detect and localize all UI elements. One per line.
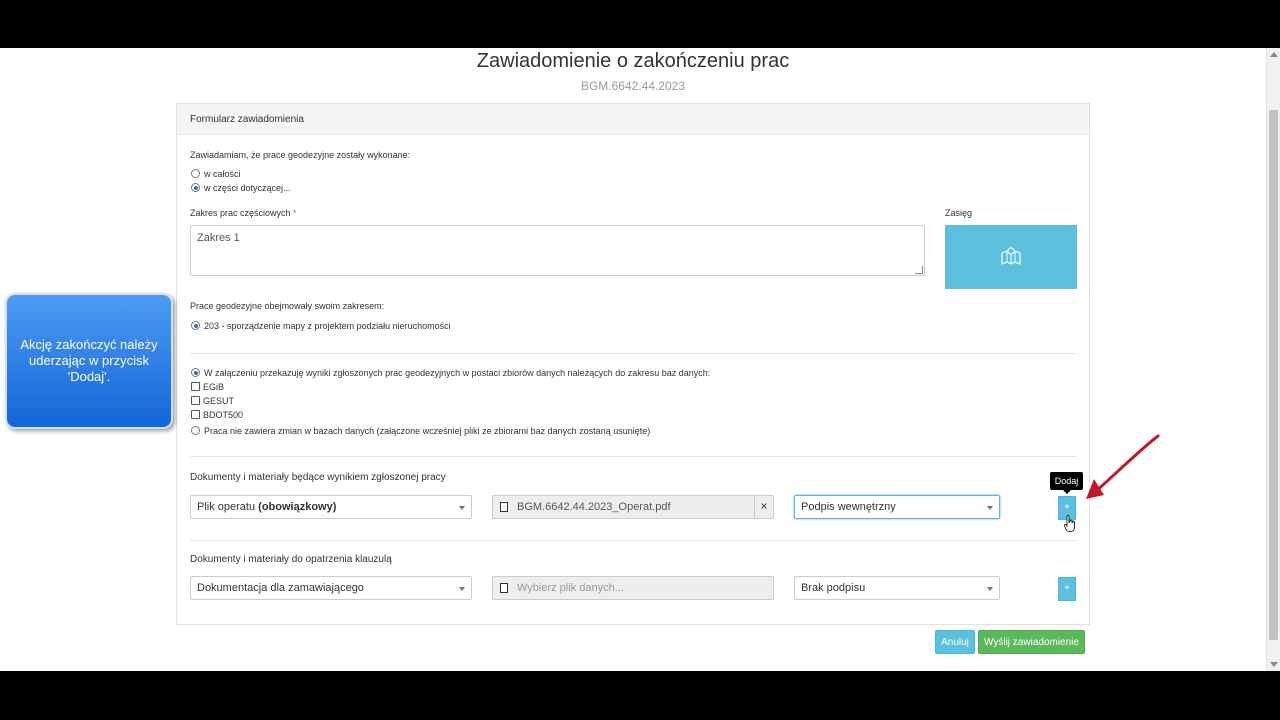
- range-label: Zasięg: [945, 208, 973, 218]
- signature-value: Podpis wewnętrzny: [801, 501, 896, 513]
- checkbox-egib-label: EGiB: [203, 382, 225, 392]
- divider: [190, 456, 1077, 457]
- clear-file-button[interactable]: ×: [754, 495, 773, 519]
- works-scope-option: 203 - sporządzenie mapy z projektem podz…: [204, 321, 451, 331]
- clause-doc-type-select[interactable]: Dokumentacja dla zamawiającego: [190, 576, 472, 600]
- chevron-down-icon: [459, 506, 465, 510]
- map-icon: [1001, 247, 1021, 265]
- radio-partial[interactable]: [191, 183, 200, 192]
- clause-doc-type-value: Dokumentacja dla zamawiającego: [197, 582, 364, 594]
- partial-scope-label-text: Zakres prac częściowych: [190, 208, 291, 218]
- file-icon: [500, 583, 508, 593]
- divider: [190, 353, 1077, 354]
- partial-scope-label: Zakres prac częściowych *: [190, 208, 297, 218]
- radio-complete-label: w całości: [204, 169, 241, 179]
- radio-results[interactable]: [191, 368, 200, 377]
- notification-form-panel: Formularz zawiadomienia Zawiadamiam, że …: [176, 103, 1090, 625]
- clause-file-placeholder: Wybierz plik danych...: [517, 582, 624, 594]
- divider: [190, 540, 1077, 541]
- checkbox-bdot500-label: BDOT500: [203, 410, 244, 420]
- works-scope-label: Prace geodezyjne obejmowały swoim zakres…: [190, 301, 385, 311]
- results-option: W załączeniu przekazuję wyniki zgłoszony…: [204, 368, 711, 378]
- clause-file-field[interactable]: Wybierz plik danych...: [492, 576, 774, 600]
- add-tooltip: Dodaj: [1050, 472, 1083, 494]
- clause-signature-value: Brak podpisu: [801, 582, 866, 594]
- partial-scope-textarea[interactable]: Zakres 1: [190, 225, 925, 276]
- docs-result-label: Dokumenty i materiały będące wynikiem zg…: [190, 472, 446, 483]
- tutorial-callout: Akcję zakończyć należy uderzając w przyc…: [5, 293, 173, 429]
- radio-partial-label: w części dotyczącej...: [204, 183, 291, 193]
- checkbox-gesut-label: GESUT: [203, 396, 235, 406]
- docs-clause-label: Dokumenty i materiały do opatrzenia klau…: [190, 554, 392, 565]
- checkbox-bdot500[interactable]: [191, 410, 200, 419]
- completion-question: Zawiadamiam, że prace geodezyjne zostały…: [190, 150, 411, 160]
- chevron-down-icon: [987, 506, 993, 510]
- send-notification-button[interactable]: Wyślij zawiadomienie: [978, 630, 1085, 654]
- scrollbar-thumb[interactable]: [1269, 110, 1278, 640]
- resize-grip-icon[interactable]: [915, 266, 923, 274]
- scroll-down-icon[interactable]: [1270, 662, 1278, 667]
- doc-type-required: (obowiązkowy): [258, 501, 337, 513]
- signature-select[interactable]: Podpis wewnętrzny: [794, 495, 1000, 519]
- scroll-up-icon[interactable]: [1270, 52, 1278, 57]
- clause-signature-select[interactable]: Brak podpisu: [794, 576, 1000, 600]
- radio-works-scope[interactable]: [191, 321, 200, 330]
- chevron-down-icon: [987, 587, 993, 591]
- page-subtitle: BGM.6642.44.2023: [580, 79, 686, 93]
- page-title: Zawiadomienie o zakończeniu prac: [476, 50, 790, 72]
- chevron-down-icon: [459, 587, 465, 591]
- vertical-scrollbar[interactable]: [1266, 48, 1280, 671]
- checkbox-gesut[interactable]: [191, 396, 200, 405]
- add-clause-doc-button[interactable]: +: [1058, 577, 1076, 601]
- no-changes-option: Praca nie zawiera zmian w bazach danych …: [204, 426, 651, 436]
- cancel-button[interactable]: Anuluj: [935, 630, 975, 654]
- radio-no-changes[interactable]: [191, 426, 200, 435]
- radio-complete[interactable]: [191, 169, 200, 178]
- partial-scope-value: Zakres 1: [197, 232, 240, 244]
- annotation-arrow-icon: [1086, 434, 1160, 499]
- panel-heading: Formularz zawiadomienia: [177, 104, 1089, 135]
- checkbox-egib[interactable]: [191, 382, 200, 391]
- browser-viewport: Zawiadomienie o zakończeniu prac BGM.664…: [0, 48, 1280, 671]
- doc-type-prefix: Plik operatu: [197, 501, 259, 513]
- hand-cursor-icon: [1064, 515, 1075, 532]
- operat-file-field[interactable]: BGM.6642.44.2023_Operat.pdf ×: [492, 495, 774, 519]
- operat-file-name: BGM.6642.44.2023_Operat.pdf: [517, 501, 671, 513]
- file-icon: [500, 502, 508, 512]
- doc-type-select[interactable]: Plik operatu (obowiązkowy): [190, 495, 472, 519]
- required-mark: *: [293, 208, 297, 218]
- range-map-button[interactable]: [945, 225, 1077, 289]
